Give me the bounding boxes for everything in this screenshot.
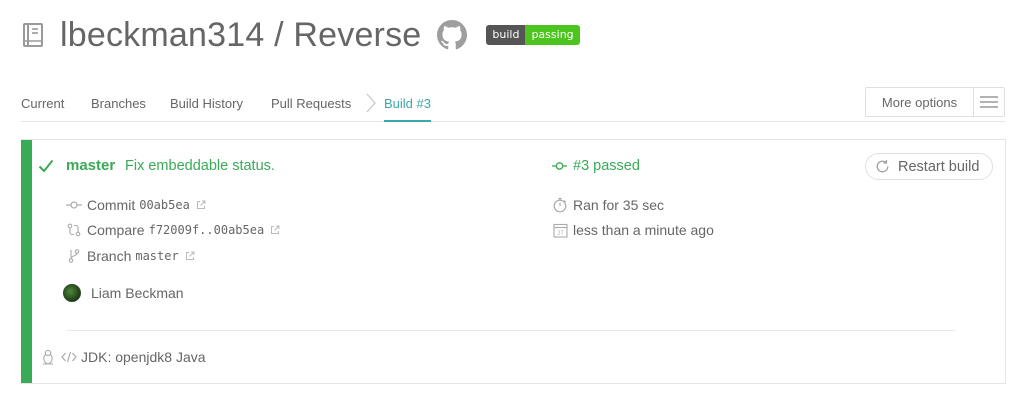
badge-label: build	[486, 25, 526, 45]
tab-build-history[interactable]: Build History	[170, 96, 243, 111]
branch-icon	[65, 249, 83, 263]
card-divider	[67, 330, 955, 331]
tab-branches[interactable]: Branches	[91, 96, 146, 111]
avatar	[63, 284, 81, 302]
repo-tabs: Current Branches Build History Pull Requ…	[21, 87, 1005, 122]
external-link-icon[interactable]	[270, 225, 280, 235]
badge-status: passing	[525, 25, 580, 45]
jdk-meta: JDK: openjdk8 Java	[39, 349, 206, 365]
tab-build-3[interactable]: Build #3	[384, 96, 431, 122]
restart-build-button[interactable]: Restart build	[865, 153, 993, 180]
tab-pull-requests[interactable]: Pull Requests	[271, 96, 351, 111]
github-icon[interactable]	[437, 19, 469, 51]
commit-message: Fix embeddable status.	[125, 158, 275, 174]
finished-text: less than a minute ago	[573, 222, 714, 238]
status-stripe	[21, 140, 32, 383]
author-meta: Liam Beckman	[63, 284, 184, 302]
build-summary-card: master Fix embeddable status. #3 passed …	[21, 139, 1006, 384]
restart-build-label: Restart build	[898, 158, 980, 175]
duration-text: Ran for 35 sec	[573, 197, 665, 213]
restart-icon	[876, 159, 889, 173]
commit-dot-icon	[552, 162, 567, 170]
build-branch-link[interactable]: master	[66, 157, 115, 174]
more-options-label: More options	[866, 88, 974, 116]
commit-meta: Commit 00ab5ea	[65, 197, 206, 213]
external-link-icon[interactable]	[196, 200, 206, 210]
calendar-icon: 27	[551, 223, 569, 238]
commit-sha-link[interactable]: 00ab5ea	[139, 198, 190, 212]
duration-meta: Ran for 35 sec	[551, 197, 664, 213]
more-options-button[interactable]: More options	[865, 87, 1005, 117]
code-icon	[60, 351, 78, 363]
external-link-icon[interactable]	[185, 251, 195, 261]
hamburger-icon[interactable]	[974, 88, 1004, 116]
build-status-badge[interactable]: build passing	[486, 25, 580, 45]
linux-tux-icon	[39, 349, 57, 365]
svg-text:27: 27	[557, 230, 563, 236]
check-icon	[38, 159, 54, 178]
branch-meta: Branch master	[65, 248, 195, 264]
author-name: Liam Beckman	[91, 285, 184, 301]
stopwatch-icon	[551, 197, 569, 213]
chevron-right-icon	[363, 92, 379, 114]
repo-book-icon	[22, 21, 46, 49]
build-status-text: #3 passed	[573, 158, 640, 174]
branch-value-link[interactable]: master	[135, 249, 178, 263]
branch-label: Branch	[87, 248, 132, 264]
finished-meta: 27 less than a minute ago	[551, 222, 714, 238]
tab-current[interactable]: Current	[21, 96, 64, 111]
build-number-status[interactable]: #3 passed	[552, 158, 640, 174]
commit-label: Commit	[87, 197, 136, 213]
repo-header: lbeckman314 / Reverse build passing	[22, 14, 580, 56]
compare-icon	[65, 223, 83, 237]
jdk-text: JDK: openjdk8 Java	[81, 349, 206, 365]
commit-icon	[65, 200, 83, 210]
compare-range-link[interactable]: f72009f..00ab5ea	[149, 223, 265, 237]
compare-label: Compare	[87, 222, 145, 238]
compare-meta: Compare f72009f..00ab5ea	[65, 222, 280, 238]
repo-title[interactable]: lbeckman314 / Reverse	[60, 16, 421, 55]
